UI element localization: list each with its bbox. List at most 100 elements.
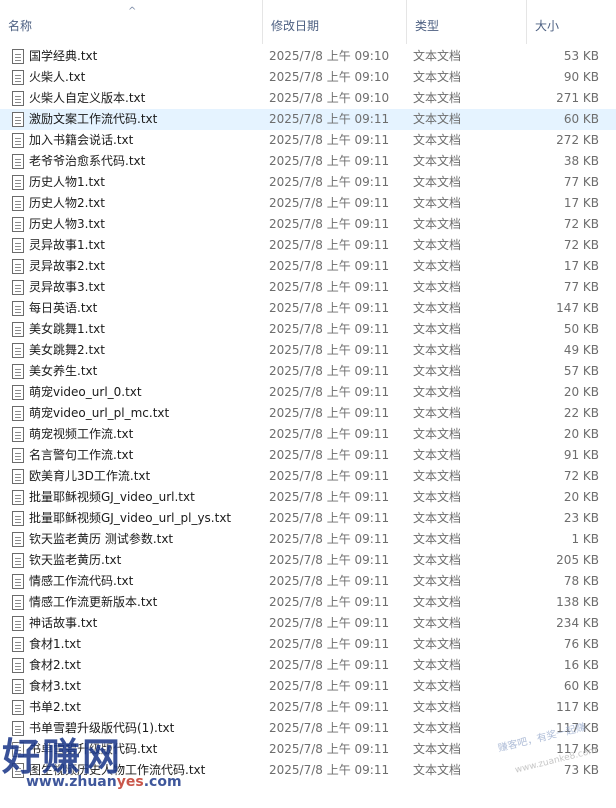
column-header-type[interactable]: 类型 <box>406 0 526 44</box>
file-name: 美女跳舞2.txt <box>29 343 105 357</box>
file-row[interactable]: 灵异故事2.txt 2025/7/8 上午 09:11 文本文档 17 KB <box>0 256 616 277</box>
file-size: 17 KB <box>563 259 599 273</box>
file-modified-date: 2025/7/8 上午 09:11 <box>269 301 390 315</box>
file-row[interactable]: 食材1.txt 2025/7/8 上午 09:11 文本文档 76 KB <box>0 634 616 655</box>
file-modified-date: 2025/7/8 上午 09:11 <box>269 280 390 294</box>
file-row[interactable]: 书单雪碧升级版代码.txt 2025/7/8 上午 09:11 文本文档 117 KB <box>0 739 616 760</box>
file-row[interactable]: 老爷爷治愈系代码.txt 2025/7/8 上午 09:11 文本文档 38 KB <box>0 151 616 172</box>
column-header: 名称 ^ 修改日期 类型 大小 <box>0 0 616 44</box>
file-name: 图生视频历史人物工作流代码.txt <box>29 763 206 777</box>
file-row[interactable]: 历史人物2.txt 2025/7/8 上午 09:11 文本文档 17 KB <box>0 193 616 214</box>
file-size: 22 KB <box>563 406 599 420</box>
file-row[interactable]: 美女跳舞1.txt 2025/7/8 上午 09:11 文本文档 50 KB <box>0 319 616 340</box>
file-type: 文本文档 <box>413 448 462 462</box>
file-type: 文本文档 <box>413 259 462 273</box>
file-row[interactable]: 萌宠视频工作流.txt 2025/7/8 上午 09:11 文本文档 20 KB <box>0 424 616 445</box>
file-size: 78 KB <box>563 574 599 588</box>
text-file-icon <box>12 763 24 778</box>
file-row[interactable]: 批量耶稣视频GJ_video_url_pl_ys.txt 2025/7/8 上午 … <box>0 508 616 529</box>
file-modified-date: 2025/7/8 上午 09:10 <box>269 91 390 105</box>
text-file-icon <box>12 364 24 379</box>
file-size: 72 KB <box>563 217 599 231</box>
file-size: 72 KB <box>563 238 599 252</box>
file-size: 138 KB <box>556 595 599 609</box>
file-size: 53 KB <box>563 49 599 63</box>
file-row[interactable]: 欧美育儿3D工作流.txt 2025/7/8 上午 09:11 文本文档 72 KB <box>0 466 616 487</box>
column-header-date[interactable]: 修改日期 <box>262 0 406 44</box>
file-name: 萌宠video_url_pl_mc.txt <box>29 406 170 420</box>
file-name: 老爷爷治愈系代码.txt <box>29 154 146 168</box>
text-file-icon <box>12 469 24 484</box>
file-name: 激励文案工作流代码.txt <box>29 112 158 126</box>
text-file-icon <box>12 112 24 127</box>
file-row[interactable]: 名言警句工作流.txt 2025/7/8 上午 09:11 文本文档 91 KB <box>0 445 616 466</box>
file-type: 文本文档 <box>413 343 462 357</box>
file-row[interactable]: 火柴人自定义版本.txt 2025/7/8 上午 09:10 文本文档 271 KB <box>0 88 616 109</box>
file-size: 20 KB <box>563 427 599 441</box>
file-row[interactable]: 萌宠video_url_pl_mc.txt 2025/7/8 上午 09:11 文本… <box>0 403 616 424</box>
file-type: 文本文档 <box>413 385 462 399</box>
file-row[interactable]: 钦天监老黄历 测试参数.txt 2025/7/8 上午 09:11 文本文档 1 KB <box>0 529 616 550</box>
file-modified-date: 2025/7/8 上午 09:11 <box>269 658 390 672</box>
file-modified-date: 2025/7/8 上午 09:11 <box>269 259 390 273</box>
text-file-icon <box>12 49 24 64</box>
file-row[interactable]: 火柴人.txt 2025/7/8 上午 09:10 文本文档 90 KB <box>0 67 616 88</box>
file-modified-date: 2025/7/8 上午 09:11 <box>269 763 390 777</box>
file-row[interactable]: 情感工作流代码.txt 2025/7/8 上午 09:11 文本文档 78 KB <box>0 571 616 592</box>
file-row[interactable]: 每日英语.txt 2025/7/8 上午 09:11 文本文档 147 KB <box>0 298 616 319</box>
file-row[interactable]: 历史人物3.txt 2025/7/8 上午 09:11 文本文档 72 KB <box>0 214 616 235</box>
file-size: 16 KB <box>563 658 599 672</box>
file-modified-date: 2025/7/8 上午 09:11 <box>269 742 390 756</box>
file-row[interactable]: 批量耶稣视频GJ_video_url.txt 2025/7/8 上午 09:11 文… <box>0 487 616 508</box>
text-file-icon <box>12 637 24 652</box>
file-row[interactable]: 灵异故事3.txt 2025/7/8 上午 09:11 文本文档 77 KB <box>0 277 616 298</box>
text-file-icon <box>12 490 24 505</box>
file-row[interactable]: 美女跳舞2.txt 2025/7/8 上午 09:11 文本文档 49 KB <box>0 340 616 361</box>
file-size: 76 KB <box>563 637 599 651</box>
file-name: 萌宠视频工作流.txt <box>29 427 134 441</box>
file-modified-date: 2025/7/8 上午 09:11 <box>269 322 390 336</box>
file-type: 文本文档 <box>413 112 462 126</box>
file-size: 60 KB <box>563 112 599 126</box>
file-row[interactable]: 食材2.txt 2025/7/8 上午 09:11 文本文档 16 KB <box>0 655 616 676</box>
file-modified-date: 2025/7/8 上午 09:11 <box>269 343 390 357</box>
file-name: 历史人物3.txt <box>29 217 105 231</box>
file-modified-date: 2025/7/8 上午 09:11 <box>269 595 390 609</box>
file-name: 书单2.txt <box>29 700 81 714</box>
file-row[interactable]: 图生视频历史人物工作流代码.txt 2025/7/8 上午 09:11 文本文档 73… <box>0 760 616 781</box>
file-row[interactable]: 萌宠video_url_0.txt 2025/7/8 上午 09:11 文本文档 20… <box>0 382 616 403</box>
file-row[interactable]: 灵异故事1.txt 2025/7/8 上午 09:11 文本文档 72 KB <box>0 235 616 256</box>
file-modified-date: 2025/7/8 上午 09:11 <box>269 238 390 252</box>
file-modified-date: 2025/7/8 上午 09:11 <box>269 721 390 735</box>
file-modified-date: 2025/7/8 上午 09:11 <box>269 448 390 462</box>
file-name: 情感工作流更新版本.txt <box>29 595 158 609</box>
column-header-size[interactable]: 大小 <box>526 0 616 44</box>
text-file-icon <box>12 616 24 631</box>
text-file-icon <box>12 532 24 547</box>
file-size: 147 KB <box>556 301 599 315</box>
file-type: 文本文档 <box>413 490 462 504</box>
file-row[interactable]: 加入书籍会说话.txt 2025/7/8 上午 09:11 文本文档 272 KB <box>0 130 616 151</box>
file-name: 食材3.txt <box>29 679 81 693</box>
file-row[interactable]: 国学经典.txt 2025/7/8 上午 09:10 文本文档 53 KB <box>0 46 616 67</box>
file-name: 萌宠video_url_0.txt <box>29 385 142 399</box>
file-row[interactable]: 神话故事.txt 2025/7/8 上午 09:11 文本文档 234 KB <box>0 613 616 634</box>
file-modified-date: 2025/7/8 上午 09:11 <box>269 490 390 504</box>
file-name: 每日英语.txt <box>29 301 98 315</box>
file-row[interactable]: 美女养生.txt 2025/7/8 上午 09:11 文本文档 57 KB <box>0 361 616 382</box>
file-name: 钦天监老黄历.txt <box>29 553 122 567</box>
file-row[interactable]: 激励文案工作流代码.txt 2025/7/8 上午 09:11 文本文档 60 KB <box>0 109 616 130</box>
text-file-icon <box>12 238 24 253</box>
file-type: 文本文档 <box>413 511 462 525</box>
file-row[interactable]: 钦天监老黄历.txt 2025/7/8 上午 09:11 文本文档 205 KB <box>0 550 616 571</box>
file-row[interactable]: 书单2.txt 2025/7/8 上午 09:11 文本文档 117 KB <box>0 697 616 718</box>
file-row[interactable]: 历史人物1.txt 2025/7/8 上午 09:11 文本文档 77 KB <box>0 172 616 193</box>
text-file-icon <box>12 448 24 463</box>
file-modified-date: 2025/7/8 上午 09:11 <box>269 511 390 525</box>
text-file-icon <box>12 427 24 442</box>
file-row[interactable]: 书单雪碧升级版代码(1).txt 2025/7/8 上午 09:11 文本文档 117… <box>0 718 616 739</box>
file-row[interactable]: 情感工作流更新版本.txt 2025/7/8 上午 09:11 文本文档 138 KB <box>0 592 616 613</box>
file-name: 食材2.txt <box>29 658 81 672</box>
file-type: 文本文档 <box>413 637 462 651</box>
file-row[interactable]: 食材3.txt 2025/7/8 上午 09:11 文本文档 60 KB <box>0 676 616 697</box>
